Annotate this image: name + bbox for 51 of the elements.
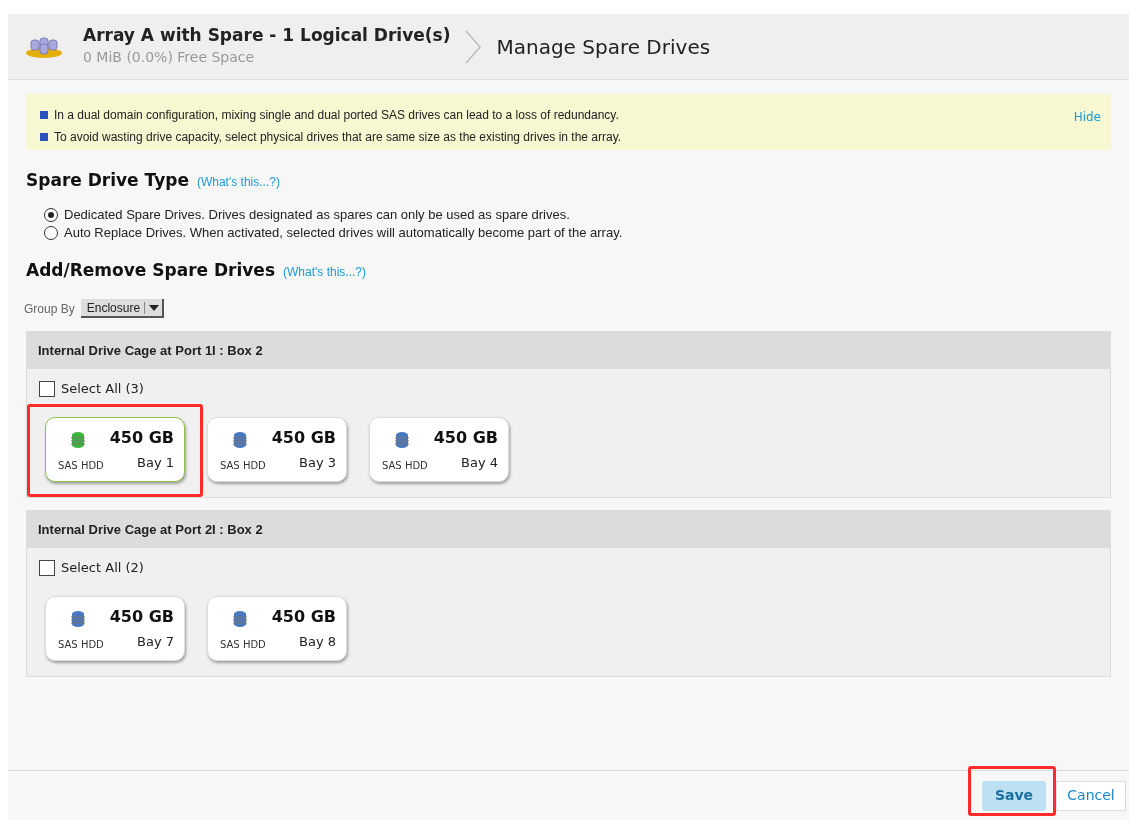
checkbox[interactable] xyxy=(39,380,55,397)
save-button[interactable]: Save xyxy=(982,780,1046,811)
drive-icon xyxy=(394,430,410,449)
drive-icon xyxy=(232,430,248,449)
chevron-icon xyxy=(464,28,483,65)
notice-message: To avoid wasting drive capacity, select physical drives that are same size as the existing drives in the array. xyxy=(54,129,622,146)
drive-card[interactable]: 450 GB SAS HDD Bay 7 xyxy=(45,595,185,661)
drive-card[interactable]: 450 GB SAS HDD Bay 3 xyxy=(207,416,347,482)
section-heading: Spare Drive Type xyxy=(26,169,189,192)
free-space-text: 0 MiB (0.0%) Free Space xyxy=(83,47,256,67)
group-header: Internal Drive Cage at Port 2I : Box 2 xyxy=(27,511,1110,548)
drive-bay: Bay 7 xyxy=(137,632,174,651)
drive-icon xyxy=(232,609,248,628)
drive-bay: Bay 3 xyxy=(299,453,336,472)
drive-size: 450 GB xyxy=(109,605,174,628)
drive-size: 450 GB xyxy=(109,426,174,449)
drive-size: 450 GB xyxy=(433,426,498,449)
drive-icon xyxy=(70,609,86,628)
drive-card[interactable]: 450 GB SAS HDD Bay 1 xyxy=(45,416,185,482)
radio-label: Dedicated Spare Drives. Drives designated as spares can only be used as spare drives. xyxy=(64,205,570,224)
drive-card[interactable]: 450 GB SAS HDD Bay 4 xyxy=(369,416,509,482)
radio-label: Auto Replace Drives. When activated, selected drives will automatically become part of the array. xyxy=(64,223,623,242)
array-icon xyxy=(25,34,63,59)
select-all-label: Select All (3) xyxy=(61,380,144,398)
drive-bay: Bay 4 xyxy=(461,453,498,472)
drive-type: SAS HDD xyxy=(58,458,104,473)
drive-type: SAS HDD xyxy=(382,458,428,473)
drive-icon xyxy=(70,430,86,449)
drive-size: 450 GB xyxy=(271,426,336,449)
caret-icon xyxy=(149,304,160,311)
drive-type: SAS HDD xyxy=(220,458,266,473)
drive-card[interactable]: 450 GB SAS HDD Bay 8 xyxy=(207,595,347,661)
array-title: Array A with Spare - 1 Logical Drive(s) xyxy=(83,25,451,47)
radio-button[interactable] xyxy=(44,225,58,240)
cancel-button[interactable]: Cancel xyxy=(1056,780,1126,811)
group-by-dropdown[interactable]: Enclosure xyxy=(80,299,165,318)
group-header: Internal Drive Cage at Port 1I : Box 2 xyxy=(27,332,1110,369)
page-title: Manage Spare Drives xyxy=(496,33,711,61)
checkbox[interactable] xyxy=(39,559,55,576)
drive-size: 450 GB xyxy=(271,605,336,628)
bullet-icon xyxy=(40,133,48,141)
drive-type: SAS HDD xyxy=(58,637,104,652)
drive-type: SAS HDD xyxy=(220,637,266,652)
select-all-label: Select All (2) xyxy=(61,559,144,577)
notice-message: In a dual domain configuration, mixing single and dual ported SAS drives can lead to a loss of redundancy. xyxy=(54,107,619,124)
section-heading: Add/Remove Spare Drives xyxy=(26,258,275,282)
group-by-label: Group By xyxy=(24,300,75,318)
radio-button[interactable] xyxy=(44,207,58,222)
drive-bay: Bay 8 xyxy=(299,632,336,651)
drive-bay: Bay 1 xyxy=(137,453,174,472)
bullet-icon xyxy=(40,111,48,119)
